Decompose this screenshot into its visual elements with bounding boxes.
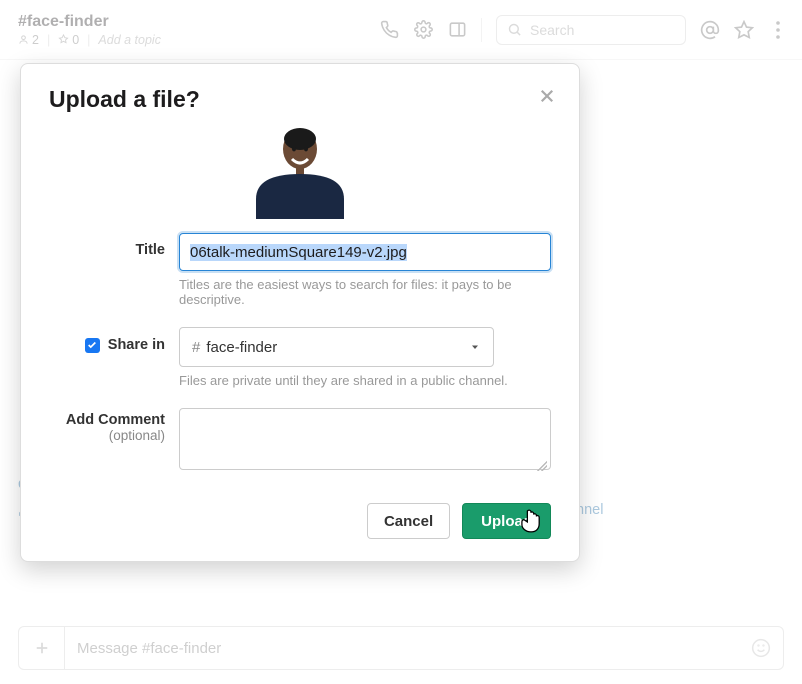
modal-overlay[interactable]: Upload a file? Title xyxy=(0,0,802,684)
title-hint: Titles are the easiest ways to search fo… xyxy=(179,277,551,307)
close-icon xyxy=(538,87,556,105)
share-channel-select[interactable]: # face-finder xyxy=(179,327,494,367)
title-input[interactable]: 06talk-mediumSquare149-v2.jpg xyxy=(179,233,551,271)
title-row: Title 06talk-mediumSquare149-v2.jpg Titl… xyxy=(49,233,551,321)
title-input-value: 06talk-mediumSquare149-v2.jpg xyxy=(190,244,407,261)
share-row: Share in # face-finder Files are private … xyxy=(49,327,551,402)
image-preview xyxy=(250,119,350,219)
share-checkbox[interactable] xyxy=(85,338,100,353)
share-channel-value: face-finder xyxy=(206,339,277,356)
modal-title: Upload a file? xyxy=(49,86,551,113)
resize-handle[interactable] xyxy=(537,461,547,471)
modal-footer: Cancel Upload xyxy=(49,503,551,539)
title-label: Title xyxy=(49,233,179,258)
cancel-button[interactable]: Cancel xyxy=(367,503,450,539)
comment-row: Add Comment (optional) xyxy=(49,408,551,475)
comment-label: Add Comment xyxy=(66,412,165,428)
upload-file-modal: Upload a file? Title xyxy=(20,63,580,562)
chevron-down-icon xyxy=(469,341,481,353)
comment-optional: (optional) xyxy=(49,428,165,443)
share-hint: Files are private until they are shared … xyxy=(179,373,551,388)
share-label: Share in xyxy=(108,337,165,353)
hash-icon: # xyxy=(192,339,200,356)
upload-button[interactable]: Upload xyxy=(462,503,551,539)
image-preview-wrap xyxy=(49,119,551,219)
close-button[interactable] xyxy=(533,82,561,110)
check-icon xyxy=(87,340,97,350)
comment-input[interactable] xyxy=(179,408,551,470)
